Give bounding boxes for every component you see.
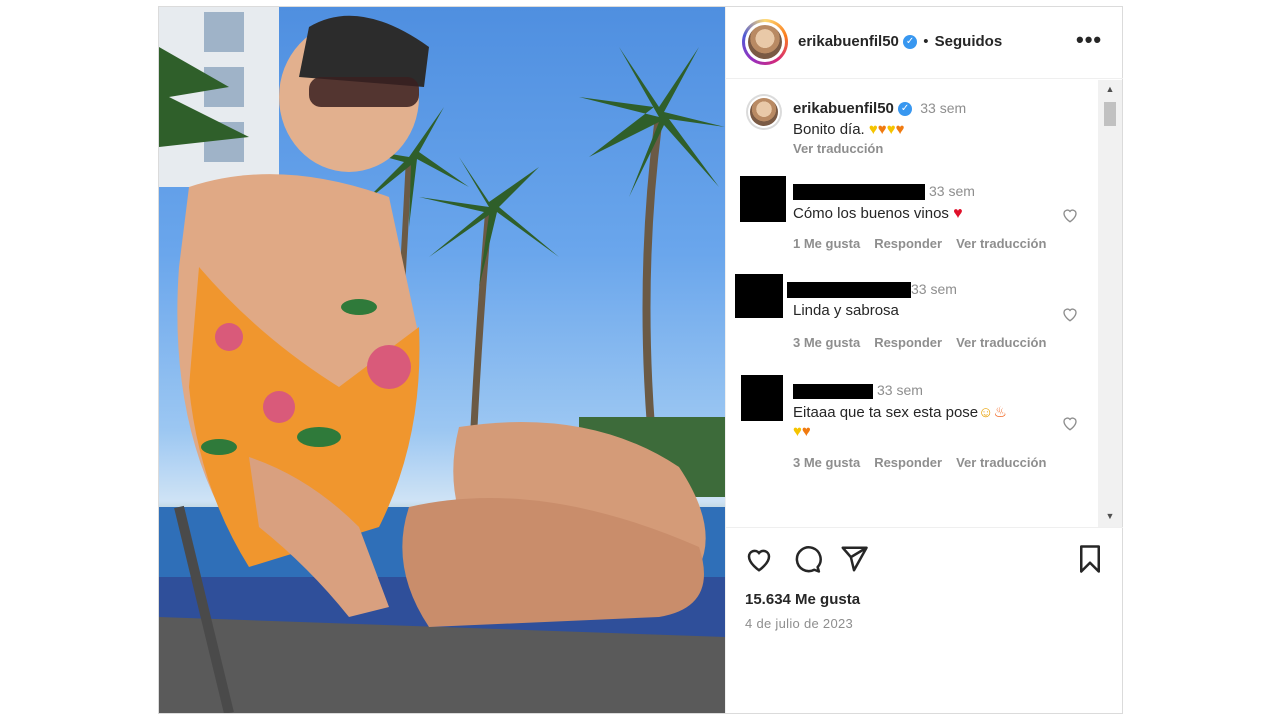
comments-list[interactable]: erikabuenfil50 ✓ 33 sem Bonito día. ♥♥♥♥… [726, 80, 1123, 527]
follow-separator: • [923, 33, 929, 50]
yellow-heart-icon: ♥ [886, 121, 896, 138]
bookmark-icon[interactable] [1075, 544, 1105, 574]
caption-avatar-ring[interactable] [746, 94, 782, 130]
comment-heart-icon[interactable] [1061, 414, 1079, 432]
post-modal: erikabuenfil50 ✓ • Seguidos ••• erikabue… [158, 6, 1123, 714]
comment-text: Cómo los buenos vinos [793, 205, 949, 222]
orange-heart-icon: ♥ [895, 121, 905, 138]
avatar [748, 25, 782, 59]
avatar [750, 98, 778, 126]
fire-icon: ♨ [993, 404, 1007, 421]
comment-item: 33 sem Linda y sabrosa 3 Me gusta Respond… [726, 270, 1096, 360]
heart-icon[interactable] [744, 544, 774, 574]
caption-text: Bonito día. [793, 121, 865, 138]
orange-heart-icon: ♥ [877, 121, 887, 138]
redacted-username [787, 282, 911, 298]
redacted-avatar [740, 176, 786, 222]
post-actions: 15.634 Me gusta 4 de julio de 2023 [726, 527, 1123, 713]
caption-username[interactable]: erikabuenfil50 [793, 100, 894, 117]
scrollbar-thumb[interactable] [1104, 102, 1116, 126]
post-panel: erikabuenfil50 ✓ • Seguidos ••• erikabue… [725, 7, 1123, 713]
comment-likes[interactable]: 3 Me gusta [793, 335, 860, 350]
story-ring[interactable] [742, 19, 788, 65]
comment-reply[interactable]: Responder [874, 236, 942, 251]
comment-time[interactable]: 33 sem [929, 183, 975, 199]
comment-likes[interactable]: 3 Me gusta [793, 455, 860, 470]
comment-heart-icon[interactable] [1061, 206, 1079, 224]
comment-translate[interactable]: Ver traducción [956, 335, 1046, 350]
scroll-up-arrow-icon[interactable]: ▲ [1104, 84, 1116, 94]
post-date[interactable]: 4 de julio de 2023 [745, 616, 853, 631]
comment-reply[interactable]: Responder [874, 335, 942, 350]
photo-illustration [159, 7, 725, 713]
orange-heart-icon: ♥ [801, 423, 811, 440]
caption-translate-link[interactable]: Ver traducción [793, 141, 883, 156]
comment-item: 33 sem Cómo los buenos vinos ♥ 1 Me gust… [726, 170, 1096, 260]
caption: erikabuenfil50 ✓ 33 sem Bonito día. ♥♥♥♥… [726, 80, 1096, 160]
yellow-heart-icon: ♥ [793, 423, 802, 440]
comment-translate[interactable]: Ver traducción [956, 455, 1046, 470]
verified-check-icon: ✓ [903, 35, 918, 50]
comment-time[interactable]: 33 sem [911, 281, 957, 297]
comment-item: 33 sem Eitaaa que ta sex esta pose☺♨ ♥♥ … [726, 369, 1096, 489]
comment-time[interactable]: 33 sem [877, 382, 923, 398]
redacted-avatar [741, 375, 783, 421]
caption-emojis: ♥♥♥♥ [869, 121, 905, 138]
comment-text: Linda y sabrosa [793, 302, 899, 319]
comment-emojis: ♥♥ [793, 423, 811, 440]
header-username[interactable]: erikabuenfil50 [798, 33, 899, 50]
comment-text: Eitaaa que ta sex esta pose [793, 404, 979, 421]
redacted-username [793, 184, 925, 200]
likes-count[interactable]: 15.634 Me gusta [745, 591, 860, 608]
smiling-face-icon: ☺ [978, 404, 994, 421]
comment-translate[interactable]: Ver traducción [956, 236, 1046, 251]
caption-time[interactable]: 33 sem [920, 100, 966, 116]
redacted-avatar [735, 274, 783, 318]
verified-check-icon: ✓ [898, 102, 913, 117]
comment-likes[interactable]: 1 Me gusta [793, 236, 860, 251]
post-photo[interactable] [159, 7, 725, 713]
follow-status-button[interactable]: Seguidos [935, 33, 1003, 50]
post-header: erikabuenfil50 ✓ • Seguidos ••• [726, 7, 1123, 79]
redacted-username [793, 384, 873, 399]
yellow-heart-icon: ♥ [868, 121, 878, 138]
comment-reply[interactable]: Responder [874, 455, 942, 470]
scroll-down-arrow-icon[interactable]: ▼ [1104, 511, 1116, 521]
comment-icon[interactable] [792, 544, 822, 574]
more-horizontal-icon[interactable]: ••• [1076, 29, 1102, 51]
scrollbar[interactable]: ▲ ▼ [1098, 80, 1122, 527]
send-icon[interactable] [839, 544, 869, 574]
comment-heart-icon[interactable] [1061, 305, 1079, 323]
red-heart-icon: ♥ [953, 205, 963, 222]
